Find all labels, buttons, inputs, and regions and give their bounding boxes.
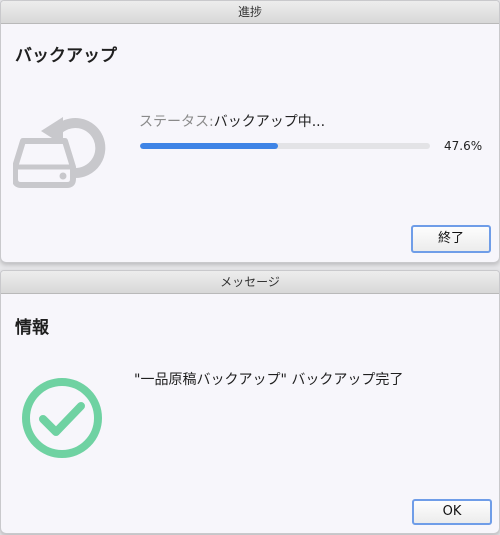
completion-message: "一品原稿バックアップ" バックアップ完了 xyxy=(134,372,404,388)
end-button[interactable]: 終了 xyxy=(411,225,491,253)
ok-button[interactable]: OK xyxy=(412,499,492,525)
message-dialog: メッセージ 情報 "一品原稿バックアップ" バックアップ完了 OK xyxy=(0,270,500,534)
message-dialog-titlebar: メッセージ xyxy=(1,271,499,294)
status-line: ステータス:バックアップ中... xyxy=(139,111,325,131)
success-check-icon xyxy=(21,377,103,459)
progress-dialog-titlebar: 進捗 xyxy=(1,1,499,24)
progress-percentage: 47.6% xyxy=(444,139,483,153)
backup-drive-icon xyxy=(12,103,111,195)
message-dialog-heading: 情報 xyxy=(15,318,49,338)
progress-dialog: 進捗 バックアップ ステータス:バックアップ中... 47.6% 終了 xyxy=(0,0,500,263)
progress-dialog-heading: バックアップ xyxy=(15,46,117,66)
status-label: ステータス: xyxy=(139,114,214,130)
status-value: バックアップ中... xyxy=(213,114,326,130)
progress-fill xyxy=(140,143,279,149)
backup-progress-bar xyxy=(140,143,430,149)
